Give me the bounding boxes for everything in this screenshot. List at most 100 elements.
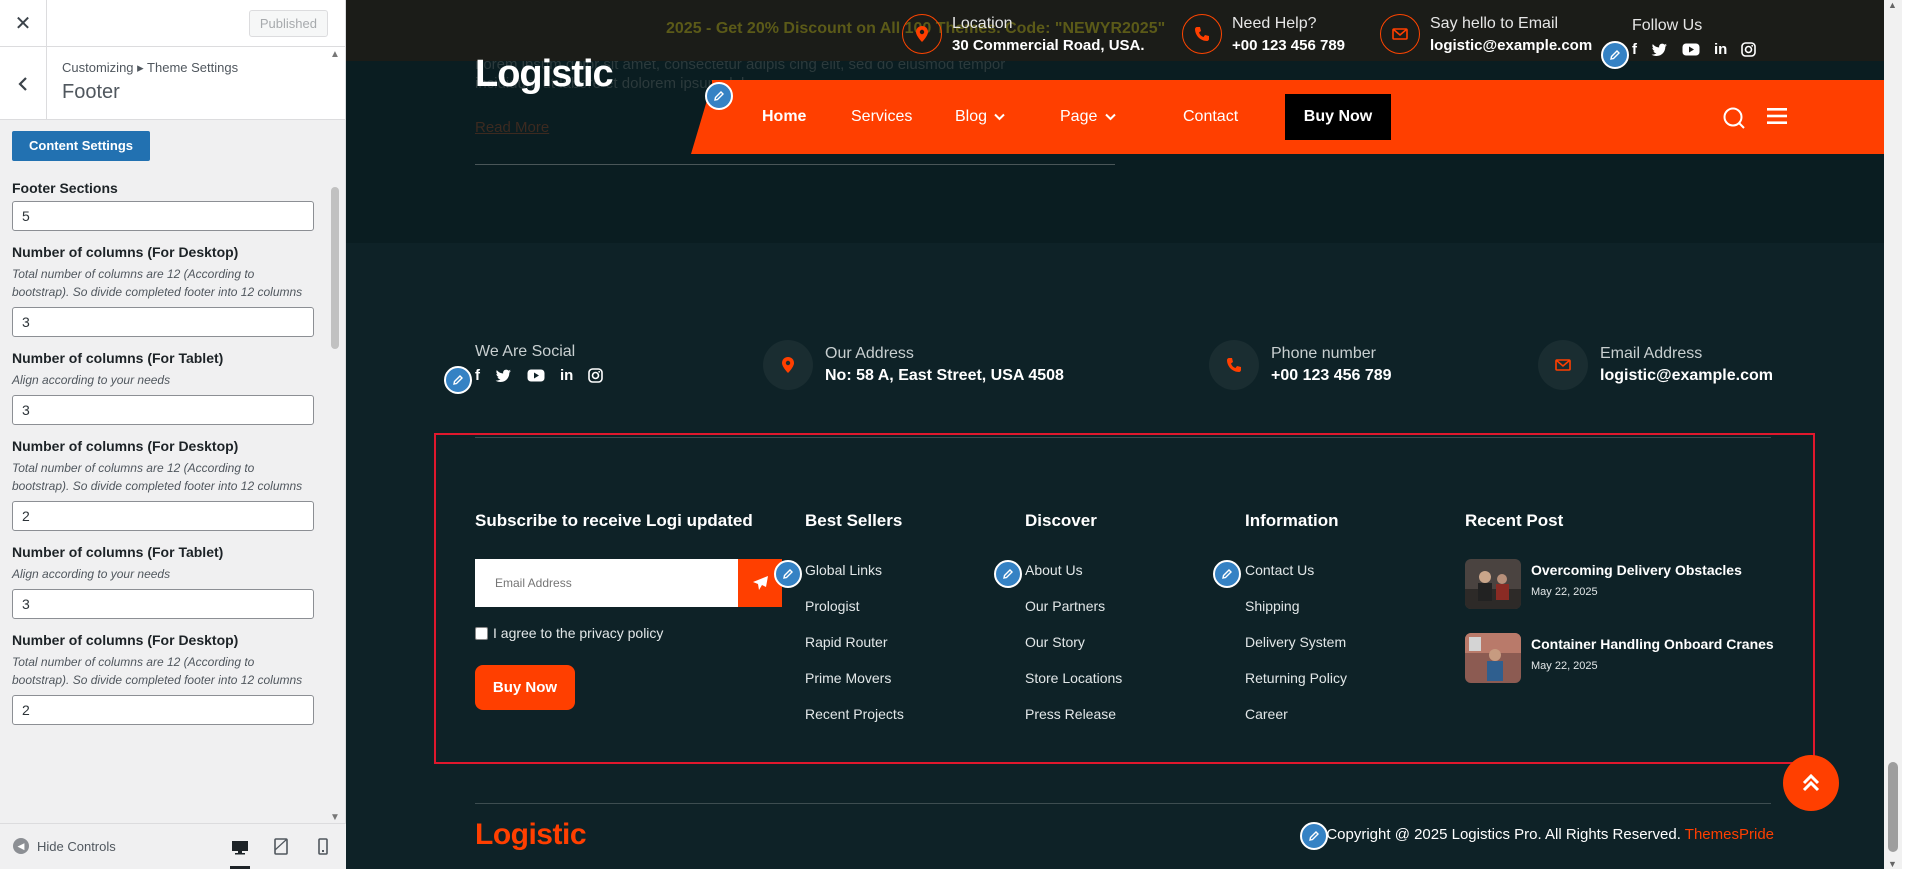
- menu-icon[interactable]: [1767, 107, 1787, 130]
- copyright-text: Copyright @ 2025 Logistics Pro. All Righ…: [1326, 826, 1774, 843]
- twitter-icon[interactable]: [1651, 43, 1668, 57]
- email-value[interactable]: logistic@example.com: [1600, 367, 1773, 385]
- list-item[interactable]: Our Story: [1025, 634, 1085, 650]
- field-description: Align according to your needs: [12, 373, 171, 387]
- hide-controls-button[interactable]: ◀ Hide Controls: [13, 838, 116, 854]
- read-more-link[interactable]: Read More: [475, 119, 549, 136]
- list-item[interactable]: Prologist: [805, 598, 859, 614]
- back-button[interactable]: [0, 47, 47, 120]
- list-item[interactable]: About Us: [1025, 562, 1083, 578]
- location-value: 30 Commercial Road, USA.: [952, 36, 1145, 54]
- columns-desktop-input[interactable]: [12, 695, 314, 725]
- copyright-brand-link[interactable]: ThemesPride: [1685, 826, 1774, 843]
- list-item[interactable]: Shipping: [1245, 598, 1300, 614]
- post-thumbnail[interactable]: [1465, 633, 1521, 683]
- scrollbar-thumb[interactable]: [331, 187, 339, 349]
- nav-services[interactable]: Services: [851, 108, 912, 126]
- customizer-header: ✕ Published: [0, 0, 345, 47]
- pencil-icon[interactable]: [705, 82, 733, 110]
- scroll-up-arrow[interactable]: ▲: [1888, 0, 1897, 10]
- preview-scrollbar[interactable]: ▲ ▼: [1884, 0, 1902, 869]
- nav-home[interactable]: Home: [762, 108, 806, 126]
- checkbox[interactable]: [475, 626, 488, 640]
- content-settings-button[interactable]: Content Settings: [12, 131, 150, 161]
- search-icon[interactable]: [1722, 106, 1746, 135]
- post-title[interactable]: Container Handling Onboard Cranes: [1531, 636, 1774, 652]
- list-item[interactable]: Store Locations: [1025, 670, 1122, 686]
- desktop-preview-icon[interactable]: [230, 836, 250, 869]
- pencil-icon[interactable]: [1601, 41, 1629, 69]
- post-title[interactable]: Overcoming Delivery Obstacles: [1531, 562, 1742, 578]
- pencil-icon[interactable]: [774, 560, 802, 588]
- instagram-icon[interactable]: [588, 368, 604, 383]
- scroll-up-arrow[interactable]: ▲: [330, 49, 340, 60]
- paper-plane-icon: [752, 576, 768, 590]
- recent-post[interactable]: Container Handling Onboard Cranes May 22…: [1465, 633, 1774, 683]
- list-item[interactable]: Career: [1245, 706, 1288, 722]
- topbar-email: Say hello to Email logistic@example.com: [1380, 14, 1592, 54]
- social-label: We Are Social: [475, 343, 576, 360]
- list-item[interactable]: Contact Us: [1245, 562, 1314, 578]
- footer-buy-now-button[interactable]: Buy Now: [475, 665, 575, 710]
- back-to-top-button[interactable]: [1783, 755, 1839, 811]
- contact-email: Email Address logistic@example.com: [1538, 340, 1773, 390]
- double-chevron-up-icon: [1802, 773, 1820, 792]
- columns-tablet-input[interactable]: [12, 589, 314, 619]
- field-label: Number of columns (For Desktop): [12, 438, 239, 454]
- email-value[interactable]: logistic@example.com: [1430, 37, 1592, 54]
- location-pin-icon: [902, 14, 942, 54]
- columns-desktop-input[interactable]: [12, 307, 314, 337]
- scroll-down-arrow[interactable]: ▼: [330, 812, 340, 823]
- scroll-down-arrow[interactable]: ▼: [1888, 859, 1897, 869]
- pencil-icon[interactable]: [994, 560, 1022, 588]
- footer-sections-input[interactable]: [12, 201, 314, 231]
- list-item[interactable]: Returning Policy: [1245, 670, 1347, 686]
- youtube-icon[interactable]: [1682, 43, 1700, 56]
- list-item[interactable]: Global Links: [805, 562, 882, 578]
- pencil-icon[interactable]: [1213, 560, 1241, 588]
- footer-logo[interactable]: Logistic: [475, 818, 587, 852]
- scrollbar-thumb[interactable]: [1888, 762, 1898, 852]
- social-block: We Are Social f in: [475, 343, 604, 384]
- nav-blog[interactable]: Blog: [955, 108, 1006, 126]
- pencil-icon[interactable]: [1300, 822, 1328, 850]
- recent-post[interactable]: Overcoming Delivery Obstacles May 22, 20…: [1465, 559, 1742, 609]
- follow-label: Follow Us: [1632, 17, 1703, 34]
- sidebar-scrollbar[interactable]: ▲ ▼: [328, 47, 342, 823]
- privacy-checkbox[interactable]: I agree to the privacy policy: [475, 625, 663, 641]
- field-columns-tablet: Number of columns (For Tablet) Align acc…: [12, 350, 314, 425]
- tablet-preview-icon[interactable]: [271, 836, 291, 856]
- field-label: Number of columns (For Desktop): [12, 244, 239, 260]
- facebook-icon[interactable]: f: [475, 367, 480, 384]
- linkedin-icon[interactable]: in: [1714, 41, 1727, 58]
- list-item[interactable]: Our Partners: [1025, 598, 1105, 614]
- nav-page[interactable]: Page: [1060, 108, 1116, 126]
- columns-tablet-input[interactable]: [12, 395, 314, 425]
- linkedin-icon[interactable]: in: [560, 367, 573, 384]
- list-item[interactable]: Recent Projects: [805, 706, 904, 722]
- publish-button[interactable]: Published: [248, 10, 328, 37]
- list-item[interactable]: Press Release: [1025, 706, 1116, 722]
- facebook-icon[interactable]: f: [1632, 41, 1637, 58]
- mobile-preview-icon[interactable]: [313, 836, 333, 856]
- field-description: Align according to your needs: [12, 567, 171, 581]
- list-item[interactable]: Rapid Router: [805, 634, 888, 650]
- list-item[interactable]: Delivery System: [1245, 634, 1346, 650]
- twitter-icon[interactable]: [495, 369, 512, 383]
- phone-value[interactable]: +00 123 456 789: [1271, 367, 1392, 385]
- post-thumbnail[interactable]: [1465, 559, 1521, 609]
- post-date: May 22, 2025: [1531, 586, 1598, 598]
- columns-desktop-input[interactable]: [12, 501, 314, 531]
- pencil-icon[interactable]: [444, 366, 472, 394]
- site-logo[interactable]: Logistic: [475, 53, 614, 96]
- help-phone[interactable]: +00 123 456 789: [1232, 37, 1345, 54]
- nav-contact[interactable]: Contact: [1183, 108, 1238, 126]
- list-item[interactable]: Prime Movers: [805, 670, 891, 686]
- close-icon[interactable]: ✕: [0, 0, 47, 47]
- address-label: Our Address: [825, 345, 914, 362]
- buy-now-button[interactable]: Buy Now: [1285, 94, 1391, 140]
- instagram-icon[interactable]: [1741, 42, 1757, 57]
- youtube-icon[interactable]: [527, 369, 545, 382]
- email-input[interactable]: [475, 559, 738, 607]
- field-description: Total number of columns are 12 (Accordin…: [12, 461, 303, 493]
